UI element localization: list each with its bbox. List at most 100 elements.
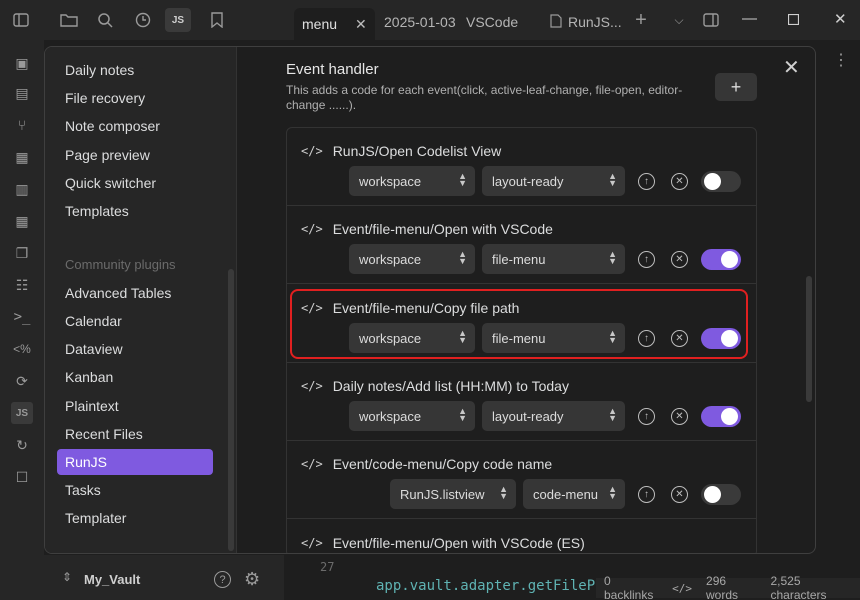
sidebar-item-note-composer[interactable]: Note composer — [57, 113, 213, 139]
highlight-box — [290, 289, 748, 359]
calendar-icon[interactable]: ▦ — [11, 210, 33, 232]
chevron-down-icon[interactable]: ⌵ — [666, 8, 692, 32]
scope-select[interactable]: workspace ▲ ▼ — [349, 244, 475, 274]
chevron-updown-icon[interactable]: ⇕ — [62, 570, 72, 584]
chevron-updown-icon: ▲ ▼ — [458, 171, 467, 188]
sidebar-item-quick-switcher[interactable]: Quick switcher — [57, 170, 213, 196]
list-item: </> Event/file-menu/Open with VSCode wor… — [287, 206, 756, 284]
enable-toggle[interactable] — [701, 171, 741, 192]
terminal-icon[interactable]: >_ — [11, 306, 33, 328]
ribbon: ▣ ▤ ⑂ ▦ ▥ ▦ ❐ ☷ >_ <% ⟳ JS ↻ ☐ — [0, 40, 44, 600]
sidebar-item-page-preview[interactable]: Page preview — [57, 142, 213, 168]
move-up-icon[interactable]: ↑ — [638, 408, 655, 425]
refresh-icon[interactable]: ⟳ — [11, 370, 33, 392]
maximize-icon[interactable] — [787, 12, 800, 29]
sidebar-item-calendar[interactable]: Calendar — [57, 308, 213, 334]
chevron-updown-icon: ▲ ▼ — [608, 249, 617, 266]
help-icon[interactable]: ? — [214, 571, 231, 588]
sync-icon[interactable]: ↻ — [11, 434, 33, 456]
tab-vscode[interactable]: VSCode — [466, 8, 518, 36]
title-bar: JS menu ✕ 2025-01-03 VSCode RunJS... + ⌵… — [0, 0, 860, 40]
new-tab-icon[interactable]: + — [628, 8, 654, 32]
close-icon[interactable]: ✕ — [355, 16, 367, 33]
layout-icon[interactable]: ▥ — [11, 178, 33, 200]
code-icon: </> — [301, 457, 323, 471]
notes-icon[interactable]: ☐ — [11, 466, 33, 488]
remove-icon[interactable]: ✕ — [671, 251, 688, 268]
right-sidebar-toggle-icon[interactable] — [698, 8, 724, 32]
chevron-updown-icon: ▲ ▼ — [458, 249, 467, 266]
settings-gear-icon[interactable]: ⚙ — [244, 569, 260, 590]
table-icon[interactable]: ☷ — [11, 274, 33, 296]
more-options-icon[interactable]: ⋮ — [833, 50, 849, 70]
sidebar-item-templater[interactable]: Templater — [57, 505, 213, 531]
event-select[interactable]: layout-ready ▲ ▼ — [482, 401, 625, 431]
sidebar-item-file-recovery[interactable]: File recovery — [57, 85, 213, 111]
tab-date[interactable]: 2025-01-03 — [384, 8, 456, 36]
sidebar-item-tasks[interactable]: Tasks — [57, 477, 213, 503]
chevron-updown-icon: ▲ ▼ — [608, 406, 617, 423]
remove-icon[interactable]: ✕ — [671, 408, 688, 425]
scope-select[interactable]: workspace ▲ ▼ — [349, 401, 475, 431]
sidebar-item-templates[interactable]: Templates — [57, 198, 213, 224]
remove-icon[interactable]: ✕ — [671, 173, 688, 190]
sidebar-item-kanban[interactable]: Kanban — [57, 364, 213, 390]
search-icon[interactable] — [92, 8, 118, 32]
template-icon[interactable]: <% — [11, 338, 33, 360]
runjs-icon[interactable]: JS — [11, 402, 33, 424]
list-item: </> RunJS/Open Codelist View workspace ▲… — [287, 128, 756, 206]
move-up-icon[interactable]: ↑ — [638, 173, 655, 190]
event-select[interactable]: layout-ready ▲ ▼ — [482, 166, 625, 196]
list-item: </> Daily notes/Add list (HH:MM) to Toda… — [287, 363, 756, 441]
grid-icon[interactable]: ▦ — [11, 146, 33, 168]
sidebar-item-daily-notes[interactable]: Daily notes — [57, 57, 213, 83]
document-icon[interactable]: ▤ — [11, 82, 33, 104]
backlinks-count[interactable]: 0 backlinks — [604, 574, 658, 600]
move-up-icon[interactable]: ↑ — [638, 251, 655, 268]
code-icon[interactable]: </> — [672, 582, 692, 595]
event-handler-title: Event handler — [286, 61, 379, 78]
sidebar-item-recent-files[interactable]: Recent Files — [57, 421, 213, 447]
add-event-button[interactable]: + — [715, 73, 757, 101]
event-select[interactable]: code-menu ▲ ▼ — [523, 479, 625, 509]
clock-icon[interactable] — [130, 8, 156, 32]
chevron-updown-icon: ▲ ▼ — [499, 484, 508, 501]
kanban-icon[interactable]: ▣ — [11, 52, 33, 74]
line-number: 27 — [320, 560, 335, 574]
event-title: Daily notes/Add list (HH:MM) to Today — [332, 378, 569, 394]
settings-sidebar: Daily notes File recovery Note composer … — [45, 47, 237, 553]
code-icon: </> — [301, 379, 323, 393]
sidebar-item-advanced-tables[interactable]: Advanced Tables — [57, 280, 213, 306]
runjs-icon[interactable]: JS — [165, 8, 191, 32]
character-count: 2,525 characters — [770, 574, 827, 600]
bookmark-icon[interactable] — [204, 8, 230, 32]
content-scrollbar[interactable] — [806, 276, 812, 402]
list-item: </> Event/code-menu/Copy code name RunJS… — [287, 441, 756, 519]
move-up-icon[interactable]: ↑ — [638, 486, 655, 503]
minimize-icon[interactable]: — — [742, 10, 757, 27]
sidebar-item-plaintext[interactable]: Plaintext — [57, 393, 213, 419]
enable-toggle[interactable] — [701, 406, 741, 427]
graph-icon[interactable]: ⑂ — [11, 114, 33, 136]
vault-name[interactable]: My_Vault — [84, 572, 140, 587]
chevron-updown-icon: ▲ ▼ — [608, 484, 617, 501]
event-title: Event/code-menu/Copy code name — [332, 456, 553, 472]
sidebar-scrollbar[interactable] — [228, 269, 234, 551]
scope-select[interactable]: workspace ▲ ▼ — [349, 166, 475, 196]
community-plugins-heading: Community plugins — [65, 257, 176, 272]
copy-icon[interactable]: ❐ — [11, 242, 33, 264]
window-close-icon[interactable]: ✕ — [834, 10, 847, 28]
remove-icon[interactable]: ✕ — [671, 486, 688, 503]
folder-icon[interactable] — [56, 8, 82, 32]
sidebar-item-runjs[interactable]: RunJS — [57, 449, 213, 475]
enable-toggle[interactable] — [701, 484, 741, 505]
tab-menu[interactable]: menu ✕ — [294, 8, 375, 40]
enable-toggle[interactable] — [701, 249, 741, 270]
event-select[interactable]: file-menu ▲ ▼ — [482, 244, 625, 274]
tab-runjs[interactable]: RunJS... — [550, 8, 622, 36]
event-handler-description: This adds a code for each event(click, a… — [286, 83, 683, 112]
sidebar-toggle-icon[interactable] — [8, 8, 34, 32]
sidebar-item-dataview[interactable]: Dataview — [57, 336, 213, 362]
scope-select[interactable]: RunJS.listview ▲ ▼ — [390, 479, 516, 509]
file-icon — [550, 13, 562, 31]
